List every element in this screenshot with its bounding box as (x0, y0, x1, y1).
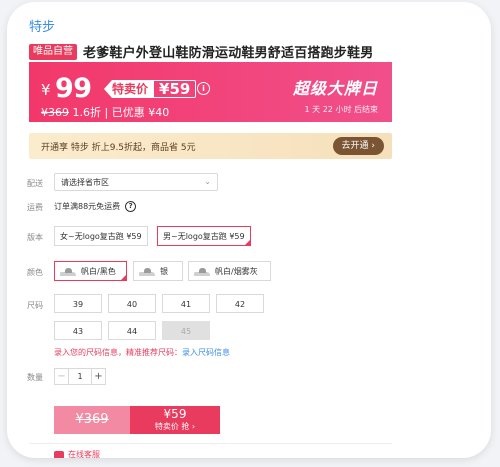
sale-label: 特卖价 (104, 80, 154, 98)
increase-button[interactable]: + (92, 369, 105, 384)
product-title: 老爹鞋户外登山鞋防滑运动鞋男舒适百搭跑步鞋男 (83, 46, 374, 61)
size-option-disabled: 45 (162, 321, 210, 340)
event-title: 超级大牌日 (292, 79, 378, 98)
chat-icon (54, 450, 64, 458)
chevron-down-icon: ⌄ (204, 177, 211, 186)
self-operated-badge: 唯品自营 (29, 43, 77, 60)
version-option-label: 男~无logo复古跑 ¥59 (163, 232, 245, 241)
countdown-text: 1 天 22 小时 后结束 (304, 105, 378, 114)
saved-amount: | 已优惠 ¥40 (104, 106, 170, 119)
quantity-label: 数量 (27, 373, 43, 382)
color-option-label: 银 (160, 267, 168, 276)
brand-fragment: 特步 (29, 20, 56, 35)
vip-activate-button[interactable]: 去开通 › (332, 137, 384, 155)
price-banner: ¥ 99 特卖价 ¥59 i ¥369 1.6折 | 已优惠 ¥40 超级大牌日… (29, 62, 392, 122)
version-label: 版本 (27, 233, 43, 242)
title-row: 唯品自营 老爹鞋户外登山鞋防滑运动鞋男舒适百搭跑步鞋男 (29, 42, 469, 61)
original-price-row: ¥369 1.6折 | 已优惠 ¥40 (41, 104, 169, 120)
size-option[interactable]: 42 (216, 294, 264, 313)
sale-price: ¥59 (153, 80, 197, 98)
online-service-label: 在线客服 (68, 450, 100, 458)
size-info-link[interactable]: 录入尺码信息 (182, 348, 230, 357)
region-select-value: 请选择省市区 (61, 178, 109, 187)
size-option[interactable]: 39 (54, 294, 102, 313)
sale-price-tag: 特卖价 ¥59 (104, 78, 197, 100)
shoe-thumbnail-icon (60, 267, 76, 276)
version-option[interactable]: 女~无logo复古跑 ¥59 (54, 226, 148, 246)
size-info-text: 录入您的尺码信息，精准推荐尺码： (54, 348, 182, 357)
current-price: 99 (55, 73, 92, 104)
quantity-value[interactable]: 1 (68, 369, 92, 384)
color-option-label: 帆白/黑色 (81, 267, 116, 276)
color-option-label: 帆白/烟雾灰 (215, 267, 258, 276)
buy-label: 特卖价 抢 › (154, 422, 196, 431)
currency-symbol: ¥ (41, 81, 51, 99)
discount-rate: 1.6折 (72, 106, 102, 119)
shoe-thumbnail-icon (194, 267, 210, 276)
vip-promo-text: 开通享 特步 折上9.5折起，商品省 5元 (41, 143, 196, 153)
color-option-selected[interactable]: 帆白/黑色 (54, 261, 127, 281)
info-icon[interactable]: i (197, 82, 210, 95)
quantity-stepper: − 1 + (54, 368, 106, 385)
color-option[interactable]: 银 (133, 261, 183, 281)
original-price-button[interactable]: ¥369 (54, 406, 130, 434)
original-price: ¥369 (41, 106, 69, 119)
buy-button[interactable]: ¥59 特卖价 抢 › (130, 406, 220, 434)
color-option[interactable]: 帆白/烟雾灰 (188, 261, 271, 281)
shoe-thumbnail-icon (139, 267, 155, 276)
product-card: 特步 唯品自营 老爹鞋户外登山鞋防滑运动鞋男舒适百搭跑步鞋男 ¥ 99 特卖价 … (7, 2, 491, 458)
vip-promo-bar: 开通享 特步 折上9.5折起，商品省 5元 去开通 › (29, 133, 392, 159)
size-info-row: 录入您的尺码信息，精准推荐尺码：录入尺码信息 (54, 347, 230, 358)
size-option[interactable]: 43 (54, 321, 102, 340)
online-service[interactable]: 在线客服 (54, 449, 100, 458)
buy-price: ¥59 (163, 407, 187, 421)
help-icon[interactable]: ? (125, 201, 137, 212)
region-select[interactable]: 请选择省市区 ⌄ (54, 173, 218, 191)
decrease-button[interactable]: − (55, 369, 68, 384)
size-option[interactable]: 41 (162, 294, 210, 313)
freight-text: 订单满88元免运费 (54, 202, 121, 211)
version-option-selected[interactable]: 男~无logo复古跑 ¥59 (157, 226, 251, 246)
ship-label: 配送 (27, 179, 43, 188)
size-option[interactable]: 44 (108, 321, 156, 340)
freight-info: 订单满88元免运费 ? (54, 201, 137, 212)
version-option-label: 女~无logo复古跑 ¥59 (60, 232, 142, 241)
freight-label: 运费 (27, 203, 43, 212)
color-label: 颜色 (27, 268, 43, 277)
size-label: 尺码 (27, 301, 43, 310)
divider (29, 443, 392, 444)
size-option[interactable]: 40 (108, 294, 156, 313)
